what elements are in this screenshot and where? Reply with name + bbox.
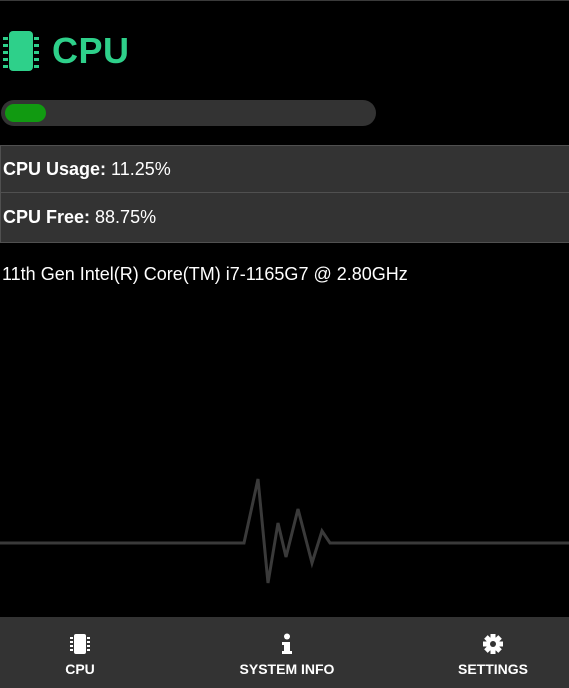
page-header: CPU [2,29,130,73]
cpu-chip-icon [3,31,39,71]
info-icon [282,633,292,654]
nav-label-cpu: CPU [65,661,95,677]
nav-label-system-info: SYSTEM INFO [239,661,335,677]
cpu-usage-bar [1,100,376,126]
cpu-free-row: CPU Free: 88.75% [0,193,569,243]
bottom-nav: CPU SYSTEM INFO SETTINGS [0,617,569,688]
cpu-model-name: 11th Gen Intel(R) Core(TM) i7-1165G7 @ 2… [2,264,408,284]
heartbeat-line [0,478,569,584]
nav-label-settings: SETTINGS [457,661,528,677]
cpu-usage-label: CPU Usage: [3,158,107,179]
page-title: CPU [52,30,130,71]
heartbeat-graph [0,478,569,584]
cpu-chip-icon [70,634,90,654]
nav-item-settings[interactable]: SETTINGS [450,617,536,688]
gear-icon [483,634,503,654]
cpu-usage-value: 11.25% [111,158,171,179]
nav-item-cpu[interactable]: CPU [59,617,101,688]
app-screen: CPU CPU Usage: 11.25% CPU Free: 88.75% 1… [0,0,569,688]
nav-item-system-info[interactable]: SYSTEM INFO [231,617,343,688]
cpu-free-value: 88.75% [95,207,157,227]
cpu-usage-row: CPU Usage: 11.25% [0,145,569,193]
cpu-stats: CPU Usage: 11.25% CPU Free: 88.75% [0,145,569,243]
cpu-usage-bar-fill [5,104,46,122]
cpu-free-label: CPU Free: [3,207,91,227]
